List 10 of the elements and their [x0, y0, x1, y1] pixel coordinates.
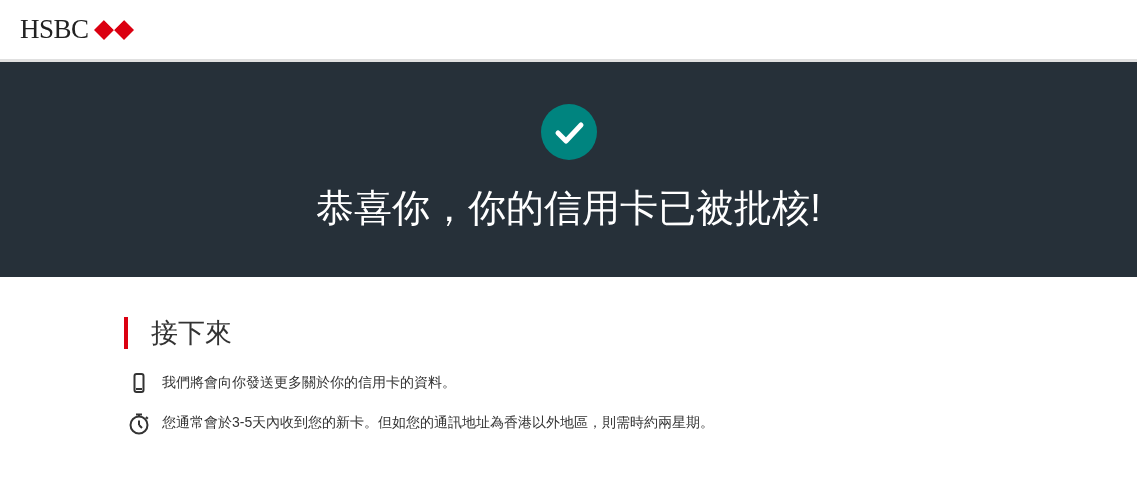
section-heading: 接下來 [151, 316, 232, 350]
step-text: 我們將會向你發送更多關於你的信用卡的資料。 [162, 373, 457, 391]
banner-title: 恭喜你，你的信用卡已被批核! [316, 186, 821, 230]
step-text: 您通常會於3-5天內收到您的新卡。但如您的通訊地址為香港以外地區，則需時約兩星期。 [162, 413, 716, 431]
logo-icon [93, 19, 134, 40]
phone-icon [133, 373, 145, 393]
stopwatch-icon [128, 413, 150, 435]
accent-bar [124, 317, 128, 349]
logo-text: HSBC [20, 13, 89, 47]
check-icon [540, 104, 597, 160]
